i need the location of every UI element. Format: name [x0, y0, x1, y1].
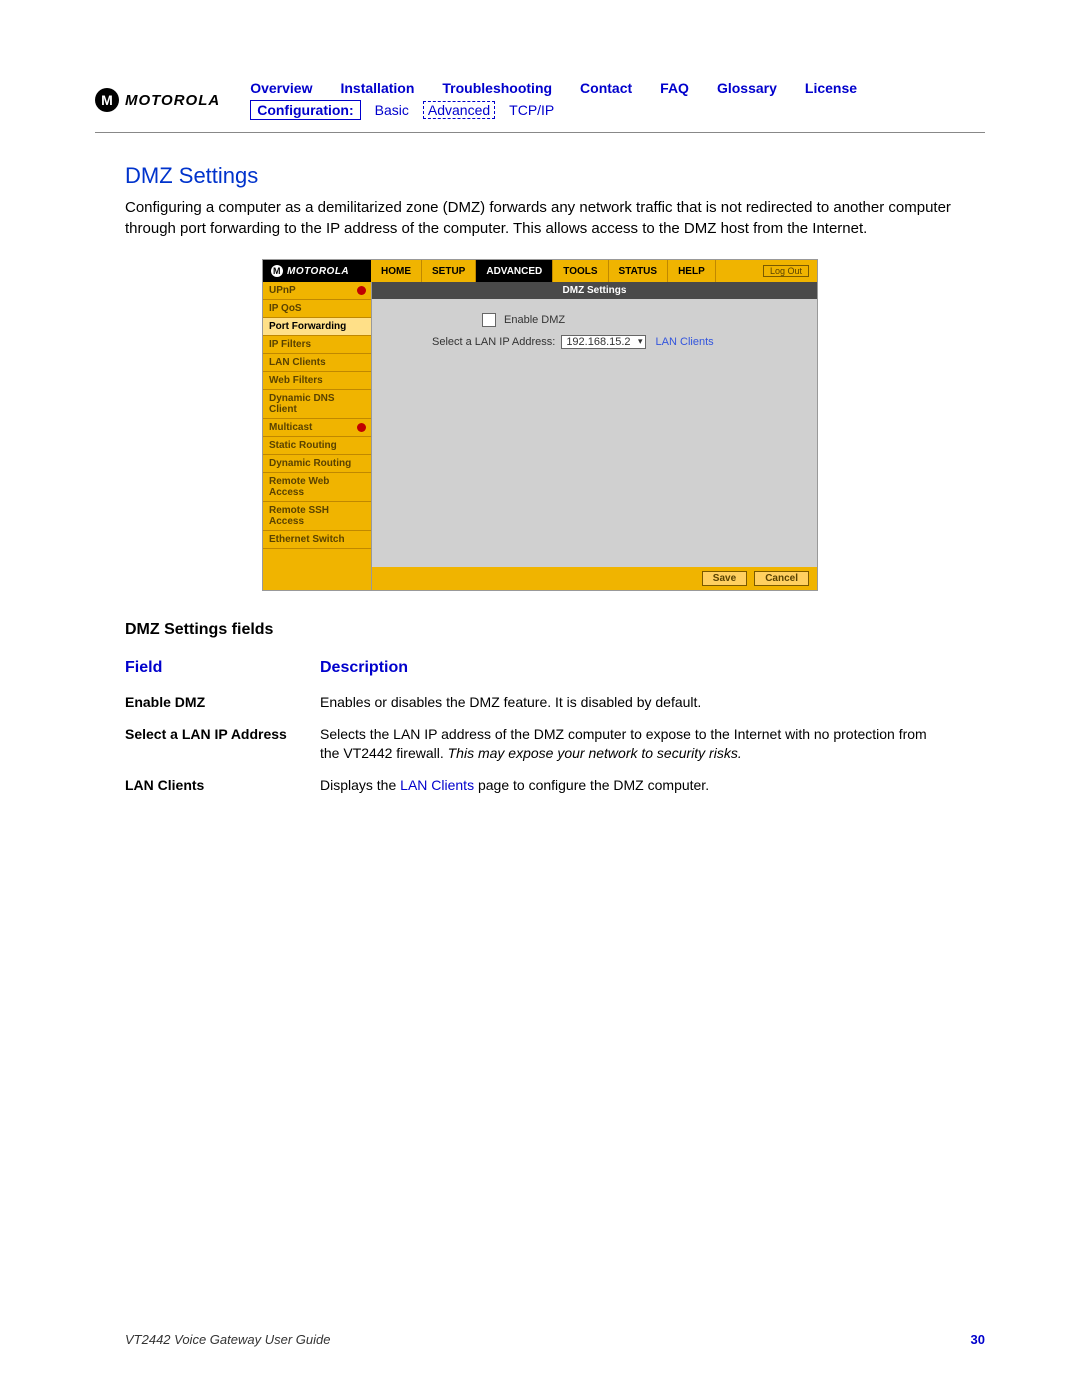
- desc-text: Displays the: [320, 777, 400, 793]
- ui-footer: Save Cancel: [372, 567, 817, 590]
- ui-sidebar: UPnP IP QoS Port Forwarding IP Filters L…: [263, 282, 372, 590]
- nav-contact[interactable]: Contact: [580, 80, 632, 96]
- nav-license[interactable]: License: [805, 80, 857, 96]
- sidebar-item-webfilters[interactable]: Web Filters: [263, 372, 371, 390]
- save-button[interactable]: Save: [702, 571, 747, 586]
- ui-main-title: DMZ Settings: [372, 282, 817, 299]
- table-row: Enable DMZ Enables or disables the DMZ f…: [125, 687, 945, 719]
- sidebar-item-remotessh[interactable]: Remote SSH Access: [263, 502, 371, 531]
- nav-config-label: Configuration:: [250, 100, 360, 120]
- ui-tab-help[interactable]: HELP: [668, 260, 716, 282]
- desc-text: page to configure the DMZ computer.: [474, 777, 709, 793]
- router-ui-screenshot: M MOTOROLA HOME SETUP ADVANCED TOOLS STA…: [262, 259, 818, 591]
- sidebar-item-dynrouting[interactable]: Dynamic Routing: [263, 455, 371, 473]
- page-footer: VT2442 Voice Gateway User Guide 30: [125, 1332, 985, 1347]
- ui-brand-text: MOTOROLA: [287, 266, 349, 277]
- page-number: 30: [971, 1332, 985, 1347]
- nav-glossary[interactable]: Glossary: [717, 80, 777, 96]
- fields-heading: DMZ Settings fields: [125, 621, 985, 639]
- header-divider: [95, 132, 985, 133]
- sidebar-item-staticrouting[interactable]: Static Routing: [263, 437, 371, 455]
- warning-dot-icon: [357, 286, 366, 295]
- lan-clients-link[interactable]: LAN Clients: [656, 336, 714, 348]
- sidebar-item-dyndns[interactable]: Dynamic DNS Client: [263, 390, 371, 419]
- field-desc: Displays the LAN Clients page to configu…: [320, 770, 945, 802]
- desc-italic: This may expose your network to security…: [448, 745, 742, 761]
- brand-text: MOTOROLA: [125, 92, 220, 109]
- field-desc: Selects the LAN IP address of the DMZ co…: [320, 719, 945, 770]
- top-nav: Overview Installation Troubleshooting Co…: [250, 80, 985, 96]
- field-name: Select a LAN IP Address: [125, 719, 320, 770]
- enable-dmz-label: Enable DMZ: [504, 314, 565, 326]
- th-field: Field: [125, 653, 320, 687]
- ui-topbar: M MOTOROLA HOME SETUP ADVANCED TOOLS STA…: [263, 260, 817, 282]
- enable-dmz-checkbox[interactable]: [482, 313, 496, 327]
- select-lan-ip-label: Select a LAN IP Address:: [432, 336, 555, 348]
- ui-main-body: Enable DMZ Select a LAN IP Address: 192.…: [372, 299, 817, 567]
- warning-dot-icon: [357, 423, 366, 432]
- fields-table: Field Description Enable DMZ Enables or …: [125, 653, 945, 801]
- ui-tab-setup[interactable]: SETUP: [422, 260, 476, 282]
- nav-faq[interactable]: FAQ: [660, 80, 689, 96]
- sidebar-item-ethswitch[interactable]: Ethernet Switch: [263, 531, 371, 549]
- sidebar-item-multicast[interactable]: Multicast: [263, 419, 371, 437]
- field-name: LAN Clients: [125, 770, 320, 802]
- subnav-advanced[interactable]: Advanced: [423, 101, 495, 119]
- field-name: Enable DMZ: [125, 687, 320, 719]
- section-title: DMZ Settings: [125, 163, 985, 189]
- motorola-logo-icon: M: [95, 88, 119, 112]
- ui-brand: M MOTOROLA: [263, 260, 371, 282]
- sidebar-item-upnp[interactable]: UPnP: [263, 282, 371, 300]
- sidebar-item-label: UPnP: [269, 285, 296, 296]
- ui-tab-tools[interactable]: TOOLS: [553, 260, 608, 282]
- nav-troubleshooting[interactable]: Troubleshooting: [442, 80, 552, 96]
- sidebar-item-lanclients[interactable]: LAN Clients: [263, 354, 371, 372]
- ui-logout-button[interactable]: Log Out: [763, 265, 809, 277]
- nav-overview[interactable]: Overview: [250, 80, 312, 96]
- ui-brand-icon: M: [271, 265, 283, 277]
- lan-ip-select[interactable]: 192.168.15.2: [561, 335, 645, 349]
- brand-logo: M MOTOROLA: [95, 88, 220, 112]
- section-intro: Configuring a computer as a demilitarize…: [125, 197, 985, 239]
- footer-title: VT2442 Voice Gateway User Guide: [125, 1332, 330, 1347]
- ui-tab-advanced[interactable]: ADVANCED: [476, 260, 553, 282]
- sidebar-item-ipqos[interactable]: IP QoS: [263, 300, 371, 318]
- table-row: Select a LAN IP Address Selects the LAN …: [125, 719, 945, 770]
- ui-tab-home[interactable]: HOME: [371, 260, 422, 282]
- sub-nav: Configuration: Basic Advanced TCP/IP: [250, 100, 985, 120]
- subnav-basic[interactable]: Basic: [375, 102, 409, 118]
- cancel-button[interactable]: Cancel: [754, 571, 809, 586]
- ui-tab-status[interactable]: STATUS: [609, 260, 669, 282]
- nav-installation[interactable]: Installation: [340, 80, 414, 96]
- lan-clients-inline-link[interactable]: LAN Clients: [400, 777, 474, 793]
- sidebar-item-remoteweb[interactable]: Remote Web Access: [263, 473, 371, 502]
- subnav-tcpip[interactable]: TCP/IP: [509, 102, 554, 118]
- table-row: LAN Clients Displays the LAN Clients pag…: [125, 770, 945, 802]
- sidebar-item-portforwarding[interactable]: Port Forwarding: [263, 318, 371, 336]
- sidebar-item-label: Multicast: [269, 422, 312, 433]
- th-description: Description: [320, 653, 945, 687]
- field-desc: Enables or disables the DMZ feature. It …: [320, 687, 945, 719]
- sidebar-item-ipfilters[interactable]: IP Filters: [263, 336, 371, 354]
